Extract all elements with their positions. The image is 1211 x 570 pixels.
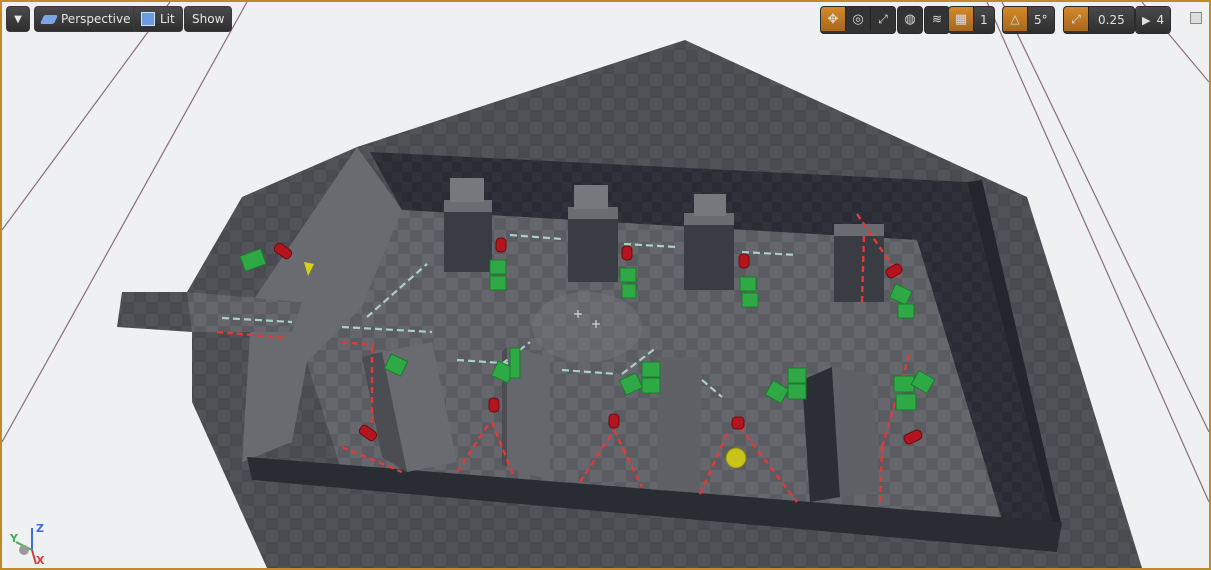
- surface-snap-group: ≋: [924, 6, 950, 34]
- chevron-down-icon: ▼: [14, 13, 22, 25]
- axis-x-label: X: [36, 554, 45, 567]
- camera-icon: ▶: [1142, 13, 1151, 27]
- rotation-snap-toggle[interactable]: △: [1003, 7, 1028, 31]
- lit-label: Lit: [160, 12, 175, 26]
- angle-icon: △: [1010, 12, 1020, 26]
- rotation-snap-value[interactable]: 5°: [1028, 7, 1054, 33]
- grid-snap-toggle[interactable]: ▦: [949, 7, 974, 31]
- axis-gizmo: Z Y X: [8, 522, 52, 568]
- grid-snap-value[interactable]: 1: [974, 7, 994, 33]
- rotate-mode-button[interactable]: ◎: [846, 7, 871, 31]
- surface-snap-icon: ≋: [931, 12, 943, 26]
- cube-icon: [141, 12, 155, 26]
- axis-y-label: Y: [10, 532, 18, 545]
- scale-mode-button[interactable]: ⤢: [871, 7, 895, 31]
- viewport-options-button[interactable]: ▼: [6, 6, 30, 32]
- show-button[interactable]: Show: [184, 6, 233, 32]
- show-label: Show: [192, 12, 225, 26]
- globe-icon: ◍: [904, 11, 916, 27]
- scene-render[interactable]: [2, 2, 1209, 568]
- camera-speed-value: 4: [1156, 13, 1165, 27]
- axis-z-label: Z: [36, 522, 44, 535]
- scale-icon: ⤢: [878, 11, 888, 26]
- transform-mode-group: ✥ ◎ ⤢: [820, 6, 896, 34]
- scale-snap-group: ⤢ 0.25: [1063, 6, 1135, 34]
- yellow-ball: [725, 447, 747, 469]
- perspective-label: Perspective: [61, 12, 131, 26]
- world-space-button[interactable]: ◍: [898, 7, 922, 31]
- light-spot: [532, 292, 642, 362]
- scale-snap-toggle[interactable]: ⤢: [1064, 7, 1089, 31]
- level-viewport[interactable]: ▼ Perspective Lit Show ✥ ◎ ⤢ ◍ ≋ ▦ 1 △ 5…: [0, 0, 1211, 570]
- translate-mode-button[interactable]: ✥: [821, 7, 846, 31]
- maximize-viewport-button[interactable]: [1190, 12, 1202, 24]
- rotation-snap-group: △ 5°: [1002, 6, 1055, 34]
- scale-snap-value[interactable]: 0.25: [1089, 7, 1134, 33]
- grid-icon: ▦: [954, 11, 968, 27]
- perspective-icon: [39, 14, 59, 24]
- camera-speed-group: ▶ 4: [1135, 6, 1172, 34]
- move-icon: ✥: [827, 11, 839, 27]
- lit-button[interactable]: Lit: [133, 6, 183, 32]
- perspective-button[interactable]: Perspective: [34, 6, 139, 32]
- grid-snap-group: ▦ 1: [948, 6, 995, 34]
- scale-snap-icon: ⤢: [1071, 11, 1081, 26]
- coordinate-space-group: ◍: [897, 6, 923, 34]
- rotate-icon: ◎: [852, 11, 864, 27]
- surface-snap-button[interactable]: ≋: [925, 7, 949, 31]
- camera-speed-button[interactable]: ▶ 4: [1136, 7, 1171, 33]
